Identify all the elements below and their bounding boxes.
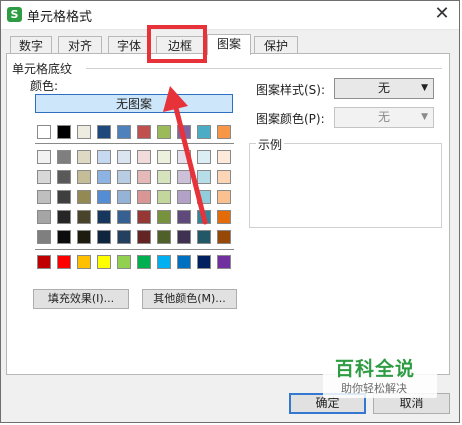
watermark-title: 百科全说 — [335, 358, 416, 380]
watermark-subtitle: 助你轻松解决 — [341, 382, 407, 395]
watermark: 百科全说 助你轻松解决 — [323, 352, 437, 398]
tab-pattern[interactable]: 图案 — [207, 34, 251, 55]
